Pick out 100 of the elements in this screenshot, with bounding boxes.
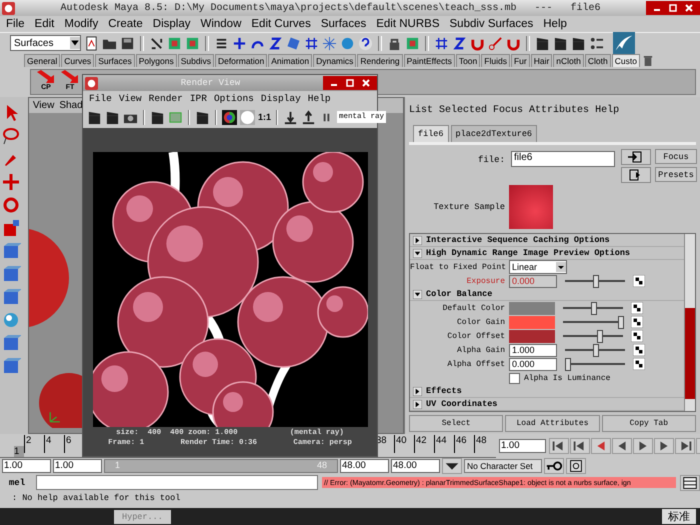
save-icon[interactable] [120,36,135,50]
character-set-field[interactable]: No Character Set [464,459,542,473]
color-swatch[interactable] [509,330,555,342]
preferences-icon[interactable] [566,458,586,474]
shelf-tab[interactable]: Fur [510,54,530,67]
slider-handle[interactable] [565,358,571,371]
box-icon[interactable] [1,287,21,307]
shelf-tab[interactable]: Surfaces [95,54,135,67]
scale-icon[interactable] [1,218,21,238]
download-arrow-icon[interactable] [283,110,298,124]
menu-item[interactable]: File [89,93,112,104]
shelf-tab[interactable]: Dynamics [313,54,356,67]
shelf-tab[interactable]: PaintEffects [404,54,455,67]
menu-item[interactable]: File [6,18,25,30]
menu-item[interactable]: View [118,93,142,104]
menu-item[interactable]: Help [595,105,620,116]
menu-item[interactable]: Attributes [529,105,590,116]
number-field[interactable]: 1.000 [509,344,557,356]
color-swatch[interactable] [509,302,555,314]
play-icon[interactable] [633,438,653,454]
menu-item[interactable]: Render [148,93,183,104]
page-icon[interactable] [84,36,99,50]
menu-item[interactable]: Edit NURBS [376,18,440,30]
output-connection-icon[interactable] [621,167,651,183]
editor-button[interactable]: Select [409,415,504,432]
dropdown[interactable]: Linear [509,260,567,274]
dots-icon[interactable] [589,36,604,50]
expand-arrow-icon[interactable] [413,400,422,408]
playback-end-field[interactable]: 48.00 [340,459,389,473]
caret-icon[interactable] [70,37,80,49]
menu-item[interactable]: Help [543,18,567,30]
rotate-icon[interactable] [1,195,21,215]
menu-item[interactable]: Create [108,18,143,30]
node-tab[interactable]: place2dTexture6 [450,125,538,142]
slider-handle[interactable] [590,302,597,315]
shelf-tab[interactable]: Cloth [584,54,611,67]
presets-button[interactable]: Presets [655,167,697,182]
key-forward-icon[interactable] [675,438,695,454]
section-header[interactable]: UV Coordinates [410,398,684,411]
clap-icon[interactable] [105,110,120,124]
start-time-field[interactable]: 1.00 [2,459,51,473]
shelf-tab[interactable]: Curves [61,54,94,67]
caret-icon[interactable] [556,262,566,272]
shelf-tab[interactable]: Rendering [357,54,403,67]
shelf-tab[interactable]: Custo [612,54,640,67]
expand-arrow-icon[interactable] [413,290,422,298]
scrollbar[interactable] [684,234,695,411]
slider-handle[interactable] [592,275,599,288]
clap-icon[interactable] [553,36,568,50]
step-back-icon[interactable] [591,438,611,454]
menu-item[interactable]: Edit [34,18,54,30]
box-icon[interactable] [1,333,21,353]
section-header[interactable]: Color Balance [410,288,684,301]
box-icon[interactable] [1,241,21,261]
slider-handle[interactable] [618,316,624,329]
color-channels-icon[interactable] [222,110,237,124]
shelf-tab[interactable]: Toon [456,54,480,67]
menu-item[interactable]: Display [152,18,190,30]
lasso-icon[interactable] [1,126,21,146]
checker-map-icon[interactable] [633,358,645,370]
script-editor-icon[interactable] [680,474,700,490]
expand-arrow-icon[interactable] [413,248,422,258]
upload-arrow-icon[interactable] [301,110,316,124]
play-back-icon[interactable] [612,438,632,454]
sphere-icon[interactable] [1,310,21,330]
plus-icon[interactable] [232,36,247,50]
number-field[interactable]: 0.000 [509,358,557,370]
end-time-field[interactable]: 48.00 [391,459,440,473]
clap-icon[interactable] [535,36,550,50]
menu-item[interactable]: List [409,105,434,116]
shelf-tab[interactable]: Subdivs [178,54,214,67]
number-field[interactable]: 0.000 [509,274,557,288]
clap-icon[interactable] [571,36,586,50]
menu-item[interactable]: Focus [493,105,524,116]
section-header[interactable]: Interactive Sequence Caching Options [410,234,684,247]
panel-menu-item[interactable]: View [32,100,54,111]
box-icon[interactable] [1,264,21,284]
slider-handle[interactable] [597,330,604,343]
menu-item[interactable]: Edit Curves [251,18,311,30]
editor-button[interactable]: Load Attributes [505,415,600,432]
clap-icon[interactable] [150,110,165,124]
clap-icon[interactable] [87,110,102,124]
focus-button[interactable]: Focus [655,149,697,164]
current-frame-marker[interactable]: 1 [14,446,24,456]
playback-start-field[interactable]: 1.00 [53,459,102,473]
menu-item[interactable]: Options [214,93,254,104]
clap-icon[interactable] [195,110,210,124]
step-forward-icon[interactable] [654,438,674,454]
shelf-tab[interactable]: nCloth [553,54,584,67]
real-size-button[interactable]: 1:1 [258,112,272,122]
expand-arrow-icon[interactable] [413,386,422,396]
checker-map-icon[interactable] [633,344,645,356]
checker-map-icon[interactable] [633,275,645,287]
command-language-label[interactable]: mel [2,478,32,488]
shelf-tab[interactable]: General [24,54,60,67]
star-icon[interactable] [322,36,337,50]
menu-item[interactable]: Help [308,93,331,104]
key-back-icon[interactable] [570,438,590,454]
shelf-tab[interactable]: Polygons [136,54,177,67]
checker-map-icon[interactable] [631,302,643,314]
